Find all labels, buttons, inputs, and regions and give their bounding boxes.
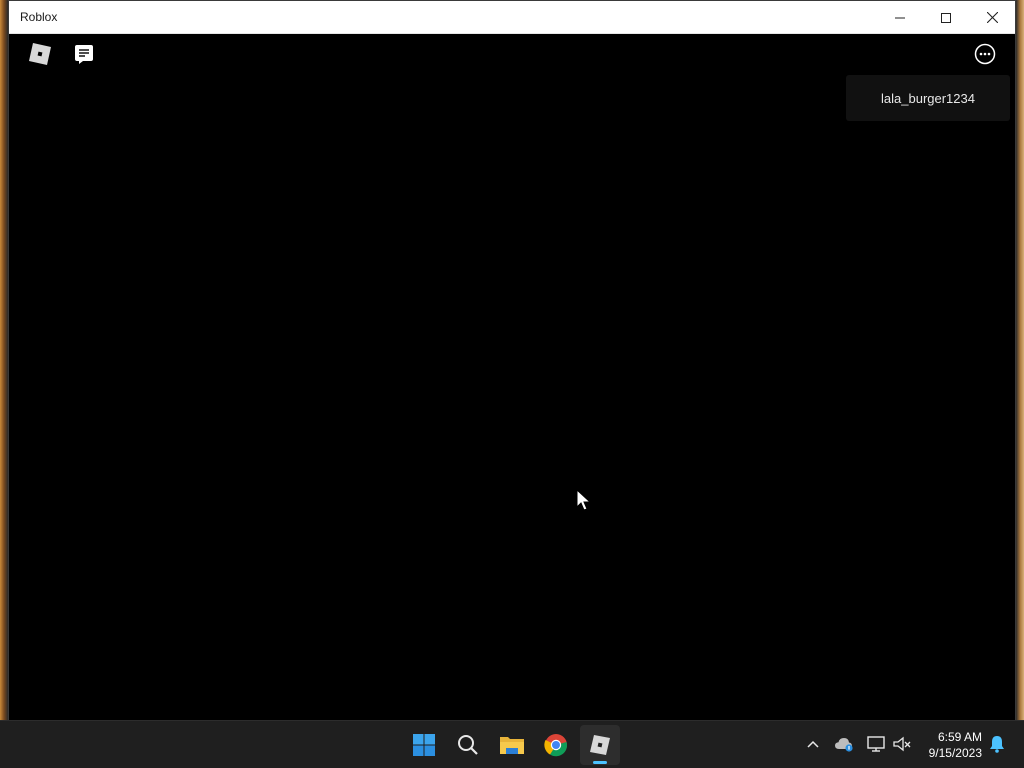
roblox-menu-button[interactable] (26, 40, 54, 68)
player-username: lala_burger1234 (881, 90, 975, 106)
volume-muted-icon (893, 736, 911, 752)
close-button[interactable] (969, 1, 1015, 34)
roblox-window: Roblox lala_burger1234 (8, 0, 1016, 720)
taskbar: 6:59 AM 9/15/2023 (0, 720, 1024, 768)
window-title: Roblox (20, 10, 58, 24)
notifications-button[interactable] (986, 733, 1008, 755)
roblox-taskbar-button[interactable] (580, 725, 620, 765)
chrome-icon (544, 734, 568, 757)
maximize-button[interactable] (923, 1, 969, 34)
minimize-button[interactable] (877, 1, 923, 34)
chat-icon (75, 45, 93, 64)
game-viewport[interactable]: lala_burger1234 (9, 34, 1015, 720)
maximize-icon (941, 12, 951, 23)
chrome-button[interactable] (536, 725, 576, 765)
minimize-icon (895, 17, 905, 18)
active-app-indicator (593, 761, 607, 764)
start-button[interactable] (404, 725, 444, 765)
windows-start-icon (413, 734, 435, 756)
roblox-logo-icon (29, 43, 51, 65)
network-tray-button[interactable] (865, 733, 887, 755)
bell-icon (990, 736, 1004, 753)
roblox-logo-icon (590, 735, 610, 755)
chevron-up-icon (807, 740, 819, 748)
player-list-card[interactable]: lala_burger1234 (846, 75, 1010, 121)
cloud-icon (835, 738, 853, 752)
more-options-icon (974, 43, 996, 65)
file-explorer-button[interactable] (492, 725, 532, 765)
folder-icon (500, 737, 524, 754)
onedrive-tray-button[interactable] (833, 733, 855, 755)
network-icon (867, 736, 885, 752)
clock-time: 6:59 AM (937, 730, 982, 744)
volume-tray-button[interactable] (891, 733, 913, 755)
more-options-button[interactable] (971, 40, 999, 68)
search-button[interactable] (448, 725, 488, 765)
search-icon (458, 735, 478, 755)
title-bar[interactable]: Roblox (9, 1, 1015, 34)
clock-date: 9/15/2023 (928, 746, 982, 760)
close-icon (986, 12, 998, 23)
taskbar-clock[interactable]: 6:59 AM 9/15/2023 (920, 729, 982, 761)
chat-button[interactable] (70, 40, 98, 68)
mouse-cursor-icon (576, 489, 592, 511)
show-hidden-icons-button[interactable] (802, 733, 824, 755)
